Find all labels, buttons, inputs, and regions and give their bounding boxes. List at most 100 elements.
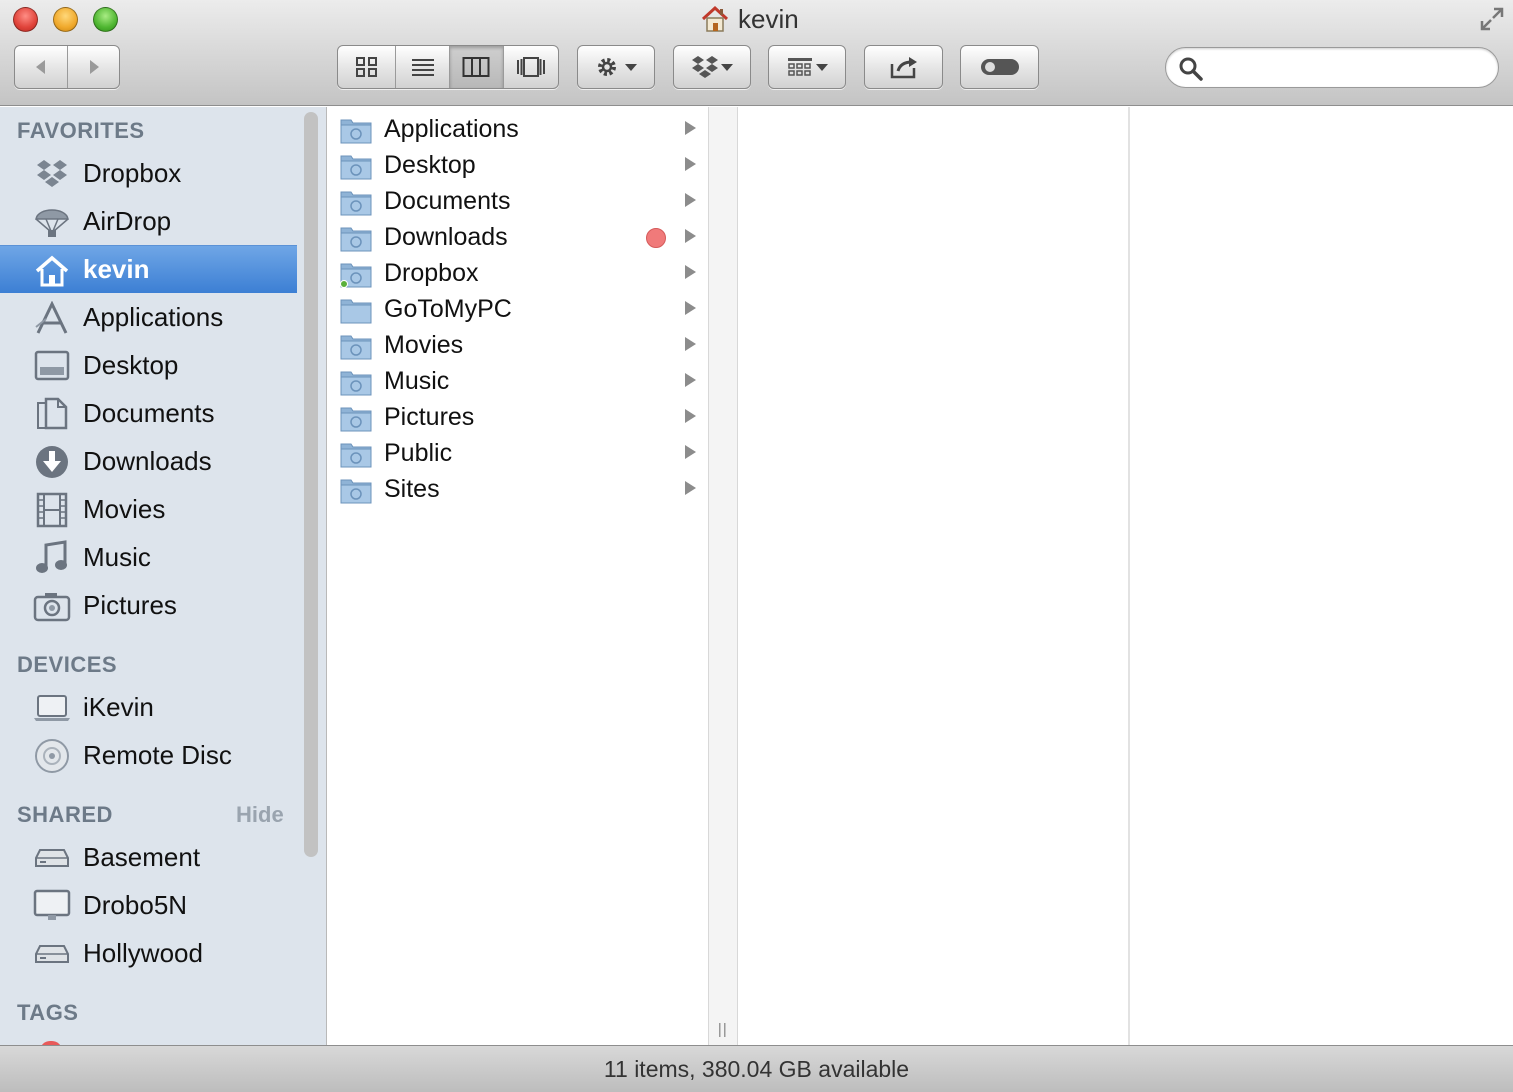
- sidebar-item-desktop[interactable]: Desktop: [0, 341, 297, 389]
- shared-hide-link[interactable]: Hide: [236, 802, 284, 828]
- view-list-button[interactable]: [395, 46, 449, 88]
- sidebar-item-label: Hollywood: [83, 937, 203, 968]
- list-view-icon: [411, 59, 434, 76]
- view-coverflow-button[interactable]: [502, 46, 559, 88]
- desktop-icon: [34, 350, 70, 381]
- movies-icon: [36, 492, 68, 528]
- action-menu-button[interactable]: [577, 45, 655, 89]
- sidebar-item-basement[interactable]: Basement: [0, 833, 297, 881]
- server-icon: [35, 849, 69, 867]
- arrange-icon: [788, 58, 812, 76]
- music-icon: [36, 540, 67, 573]
- disclosure-arrow-icon: [685, 229, 696, 243]
- toggle-icon: [980, 59, 1019, 75]
- disclosure-arrow-icon: [685, 301, 696, 315]
- file-row-pictures[interactable]: Pictures: [328, 400, 708, 436]
- downloads-folder-icon: [340, 227, 372, 252]
- file-row-dropbox[interactable]: Dropbox: [328, 256, 708, 292]
- fullscreen-icon[interactable]: [1479, 6, 1505, 32]
- search-icon: [1179, 57, 1203, 81]
- file-row-gotomypc[interactable]: GoToMyPC: [328, 292, 708, 328]
- sidebar-item-label: Dropbox: [83, 157, 182, 188]
- home-icon: [701, 5, 729, 32]
- share-button[interactable]: [864, 45, 943, 89]
- airdrop-icon: [35, 209, 69, 237]
- column-divider[interactable]: [708, 107, 738, 1045]
- search-input[interactable]: [1212, 54, 1482, 82]
- sidebar-item-dropbox[interactable]: Dropbox: [0, 149, 297, 197]
- sidebar-item-airdrop[interactable]: AirDrop: [0, 197, 297, 245]
- file-row-desktop[interactable]: Desktop: [328, 148, 708, 184]
- file-name: Downloads: [384, 223, 508, 251]
- applications-icon: [35, 301, 68, 334]
- disclosure-arrow-icon: [685, 409, 696, 423]
- documents-icon: [37, 397, 68, 430]
- search-field[interactable]: [1165, 47, 1499, 88]
- sidebar-item-kevin[interactable]: kevin: [0, 245, 297, 293]
- sidebar-item-label: Remote Disc: [83, 739, 232, 770]
- file-name: Pictures: [384, 403, 475, 431]
- tags-toggle-button[interactable]: [960, 45, 1039, 89]
- sidebar-item-remote-disc[interactable]: Remote Disc: [0, 731, 297, 779]
- close-window-button[interactable]: [13, 7, 38, 32]
- dropbox-menu-button[interactable]: [673, 45, 751, 89]
- file-row-movies[interactable]: Movies: [328, 328, 708, 364]
- tags-heading: TAGS: [17, 1000, 79, 1025]
- dropbox-icon: [37, 160, 67, 187]
- sidebar-item-ikevin[interactable]: iKevin: [0, 683, 297, 731]
- sidebar-item-downloads[interactable]: Downloads: [0, 437, 297, 485]
- view-column-button[interactable]: [448, 46, 503, 88]
- public-folder-icon: [340, 443, 372, 468]
- column-view-icon: [462, 57, 490, 77]
- share-icon: [890, 57, 917, 79]
- file-row-downloads[interactable]: Downloads: [328, 220, 708, 256]
- laptop-icon: [34, 695, 70, 721]
- sidebar-item-documents[interactable]: Documents: [0, 389, 297, 437]
- sidebar-item-pictures[interactable]: Pictures: [0, 581, 297, 629]
- sidebar-item-applications[interactable]: Applications: [0, 293, 297, 341]
- sidebar-item-label: kevin: [83, 254, 150, 284]
- sidebar-scroll-thumb[interactable]: [304, 112, 318, 857]
- coverflow-view-icon: [516, 57, 545, 77]
- sidebar-item-hollywood[interactable]: Hollywood: [0, 929, 297, 977]
- arrange-menu-button[interactable]: [768, 45, 846, 89]
- documents-folder-icon: [340, 191, 372, 216]
- minimize-window-button[interactable]: [53, 7, 78, 32]
- sidebar-item-label: Movies: [83, 493, 166, 524]
- view-mode-control: [337, 45, 559, 89]
- pictures-folder-icon: [340, 407, 372, 432]
- column-preview: [1130, 107, 1513, 1045]
- forward-arrow-icon: [89, 60, 99, 74]
- disclosure-arrow-icon: [685, 121, 696, 135]
- view-icon-button[interactable]: [338, 46, 395, 88]
- column-resize-grip-icon[interactable]: [718, 1023, 728, 1037]
- server-icon: [35, 945, 69, 963]
- sidebar-item-label: Drobo5N: [83, 889, 188, 920]
- file-row-music[interactable]: Music: [328, 364, 708, 400]
- pictures-icon: [33, 593, 71, 622]
- folder-icon: [340, 299, 372, 324]
- sidebar-item-music[interactable]: Music: [0, 533, 297, 581]
- forward-button[interactable]: [67, 46, 119, 88]
- sidebar-item-label: Applications: [83, 301, 224, 332]
- file-row-public[interactable]: Public: [328, 436, 708, 472]
- back-arrow-icon: [36, 60, 45, 74]
- file-name: GoToMyPC: [384, 295, 512, 323]
- icon-view-icon: [355, 57, 377, 77]
- file-row-documents[interactable]: Documents: [328, 184, 708, 220]
- file-name: Music: [384, 367, 450, 395]
- file-row-sites[interactable]: Sites: [328, 472, 708, 508]
- dropbox-folder-icon: [340, 263, 372, 288]
- zoom-window-button[interactable]: [93, 7, 118, 32]
- dropbox-icon: [692, 56, 718, 78]
- file-name: Dropbox: [384, 259, 479, 287]
- back-button[interactable]: [15, 46, 67, 88]
- devices-heading: DEVICES: [17, 652, 118, 677]
- sidebar-item-movies[interactable]: Movies: [0, 485, 297, 533]
- file-name: Sites: [384, 475, 440, 503]
- file-row-applications[interactable]: Applications: [328, 112, 708, 148]
- favorites-heading: FAVORITES: [17, 118, 145, 143]
- disclosure-arrow-icon: [685, 265, 696, 279]
- home-icon: [35, 255, 69, 287]
- sidebar-item-drobo5n[interactable]: Drobo5N: [0, 881, 297, 929]
